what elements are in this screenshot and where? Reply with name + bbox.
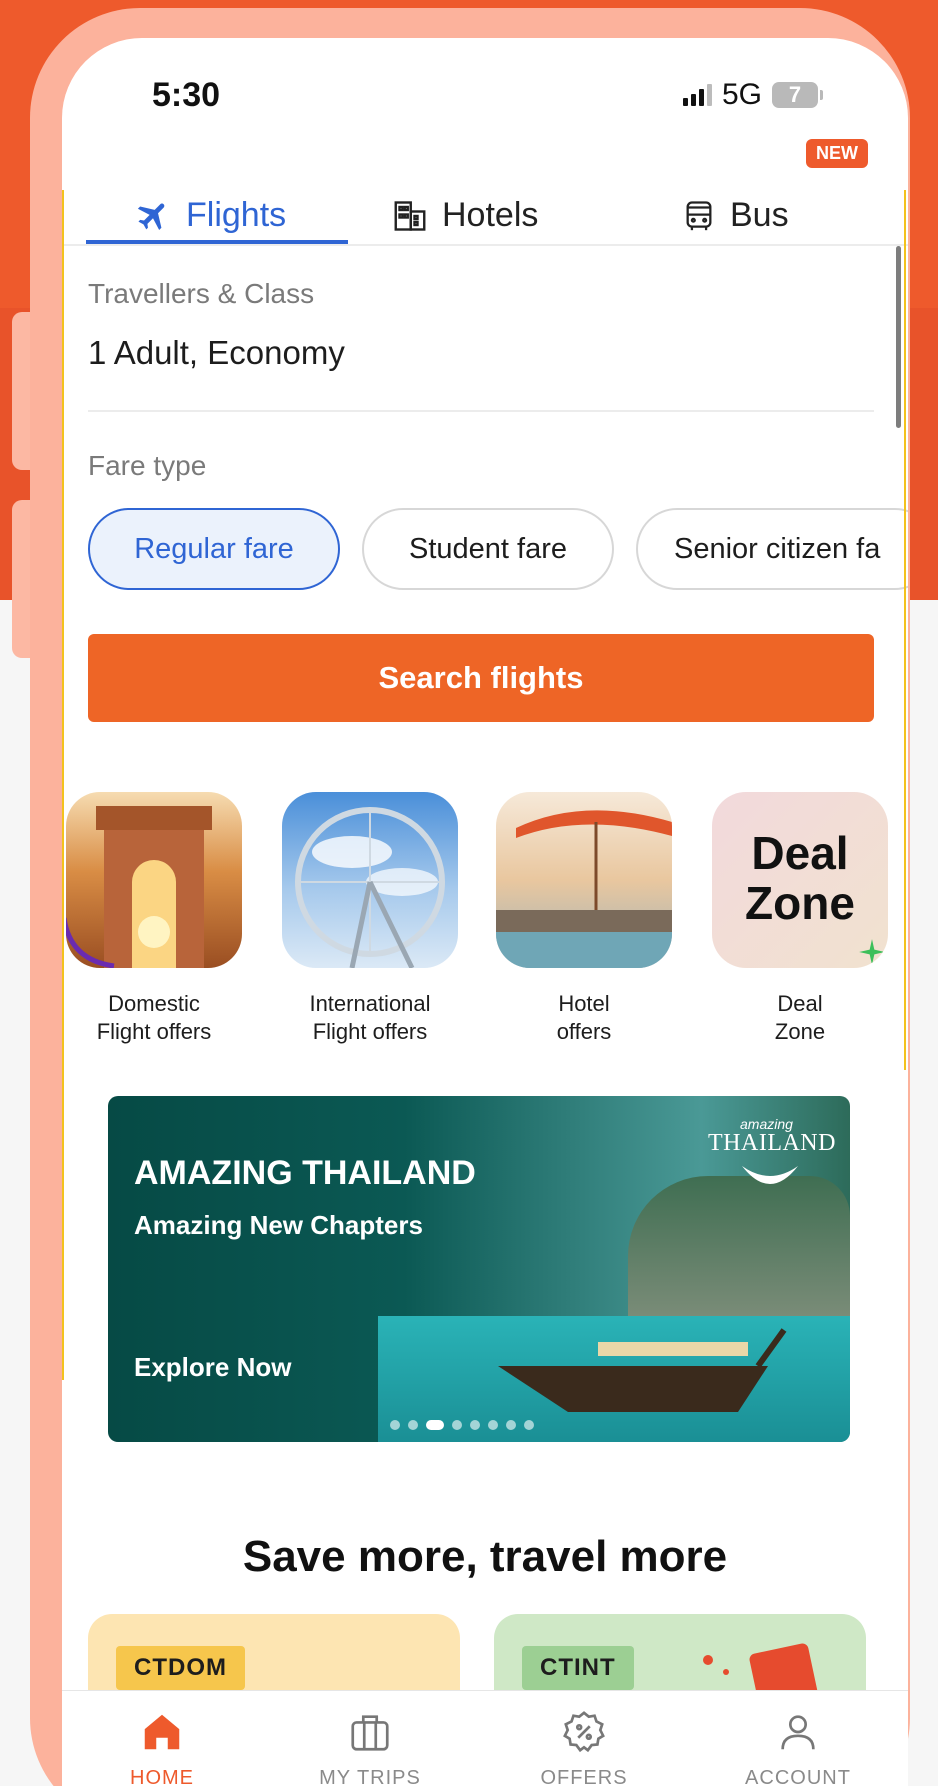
nav-account[interactable]: ACCOUNT — [718, 1709, 878, 1786]
screen-edge-right — [904, 190, 906, 1070]
offer-hotel-line1: Hotel — [558, 991, 610, 1016]
promo-section-title: Save more, travel more — [242, 1532, 728, 1581]
tab-hotels[interactable]: Hotels — [392, 196, 538, 235]
promo-banner[interactable]: AMAZING THAILAND Amazing New Chapters Ex… — [108, 1096, 850, 1442]
status-time: 5:30 — [152, 76, 221, 114]
bottom-navigation: HOME MY TRIPS OFFERS ACCOUNT — [62, 1690, 908, 1786]
nav-home[interactable]: HOME — [82, 1709, 242, 1786]
offer-domestic-line2: Flight offers — [96, 1019, 212, 1044]
decorative-arc — [66, 917, 115, 968]
tab-flights-label: Flights — [186, 196, 287, 234]
deal-zone-image: Deal Zone — [712, 792, 888, 968]
offer-deal-line1: Deal — [777, 991, 823, 1016]
tab-bus-label: Bus — [730, 196, 789, 234]
suitcase-icon — [351, 1715, 389, 1751]
signal-icon — [682, 84, 712, 106]
tab-bus[interactable]: Bus — [682, 196, 789, 235]
longtail-boat-illustration — [498, 1328, 787, 1412]
network-label: 5G — [721, 78, 762, 111]
offer-hotels[interactable]: Hotel offers — [496, 792, 672, 1046]
nav-offers-label: OFFERS — [540, 1767, 628, 1786]
screen-edge-left — [62, 190, 64, 1380]
product-tabs: Flights Hotels Bus — [62, 156, 908, 282]
form-divider — [88, 410, 874, 412]
offer-deal-line2: Zone — [774, 1019, 826, 1044]
nav-my-trips[interactable]: MY TRIPS — [290, 1709, 450, 1786]
banner-brand: THAILAND — [708, 1130, 836, 1156]
banner-subtitle: Amazing New Chapters — [134, 1210, 423, 1240]
offer-domestic-flights[interactable]: Domestic Flight offers — [66, 792, 242, 1046]
status-indicators: 5G 7 — [682, 78, 823, 112]
fare-student-chip[interactable]: Student fare — [362, 508, 614, 590]
banner-rock-scene — [628, 1176, 850, 1336]
home-icon — [144, 1714, 180, 1750]
discount-icon — [563, 1711, 605, 1753]
india-gate-image — [66, 792, 242, 968]
banner-pagination[interactable] — [390, 1420, 534, 1430]
offer-hotel-line2: offers — [556, 1019, 612, 1044]
phone-screen: 5:30 5G 7 Flights Hotels Bus NEW Travell… — [62, 38, 908, 1786]
battery-level: 7 — [788, 82, 802, 107]
offer-international-line1: International — [309, 991, 431, 1016]
fare-type-label: Fare type — [88, 450, 207, 481]
travellers-class-field[interactable]: 1 Adult, Economy — [88, 334, 345, 372]
banner-title: AMAZING THAILAND — [134, 1154, 476, 1192]
nav-account-label: ACCOUNT — [745, 1767, 851, 1786]
hotel-pool-illustration — [496, 810, 672, 968]
travellers-class-label: Travellers & Class — [88, 278, 315, 309]
thailand-logo-swoosh-icon — [742, 1166, 798, 1184]
nav-my-trips-label: MY TRIPS — [319, 1767, 421, 1786]
coupon-code-international: CTINT — [522, 1646, 634, 1690]
coupon-code-domestic: CTDOM — [116, 1646, 245, 1690]
fare-regular-chip[interactable]: Regular fare — [88, 508, 340, 590]
tab-divider — [62, 244, 908, 246]
ferris-wheel-image — [282, 792, 458, 968]
ferris-wheel-illustration — [295, 807, 445, 968]
tab-hotels-label: Hotels — [442, 196, 539, 234]
airplane-icon — [137, 203, 165, 230]
nav-offers[interactable]: OFFERS — [504, 1709, 664, 1786]
sparkle-icon — [859, 939, 885, 965]
deal-zone-logo: Deal Zone — [745, 827, 855, 929]
offer-international-line2: Flight offers — [312, 1019, 428, 1044]
battery-icon: 7 — [772, 82, 823, 108]
tab-flights[interactable]: Flights — [134, 196, 286, 235]
offer-deal-zone[interactable]: Deal Zone Deal Zone — [712, 792, 888, 1046]
scrollbar[interactable] — [896, 246, 901, 428]
bus-new-badge: NEW — [806, 139, 868, 168]
bus-icon — [686, 200, 712, 230]
hotel-pool-image — [496, 792, 672, 968]
search-flights-button[interactable]: Search flights — [88, 634, 874, 722]
user-icon — [781, 1715, 815, 1750]
building-icon — [394, 200, 426, 231]
offer-domestic-line1: Domestic — [108, 991, 200, 1016]
fare-senior-citizen-chip[interactable]: Senior citizen fa — [636, 508, 908, 590]
nav-home-label: HOME — [130, 1767, 194, 1786]
offer-international-flights[interactable]: International Flight offers — [282, 792, 458, 1046]
banner-explore-link[interactable]: Explore Now — [134, 1352, 291, 1383]
